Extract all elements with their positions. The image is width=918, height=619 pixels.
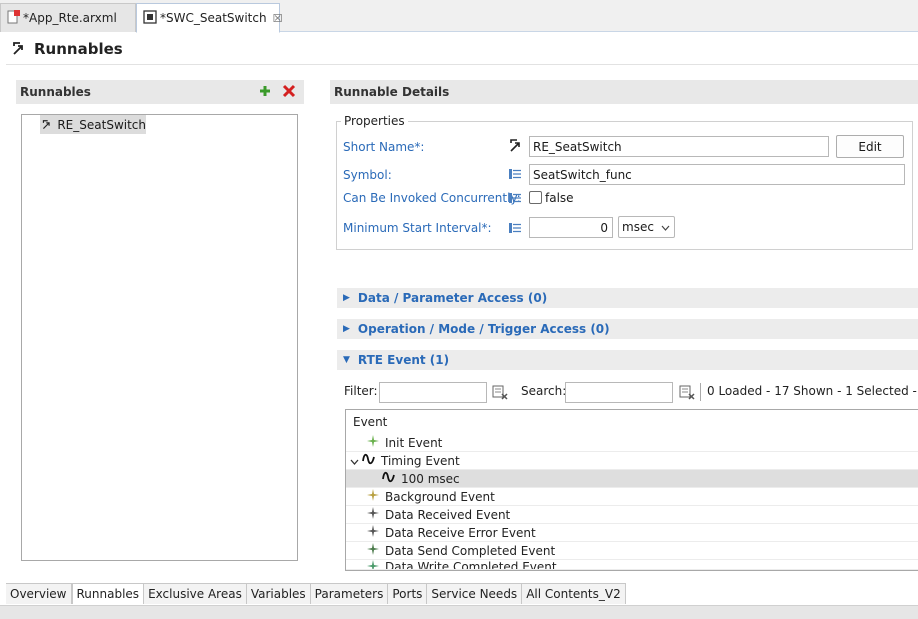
symbol-label[interactable]: Symbol:	[343, 168, 392, 182]
runnable-icon	[13, 42, 23, 55]
event-column-header: Event	[353, 415, 388, 429]
tree-row[interactable]: 100 msec	[346, 470, 918, 488]
tree-row-label: Data Receive Error Event	[385, 525, 536, 540]
min-start-interval-field[interactable]: 0	[529, 217, 613, 238]
runnable-details-title: Runnable Details	[334, 85, 450, 99]
clear-search-button[interactable]	[679, 384, 695, 400]
clear-filter-button[interactable]	[492, 384, 508, 400]
background-event-icon	[366, 489, 380, 504]
tree-row[interactable]: Data Write Completed Event	[346, 560, 918, 570]
concurrent-label[interactable]: Can Be Invoked Concurrently:	[343, 191, 521, 205]
min-start-interval-label[interactable]: Minimum Start Interval*:	[343, 221, 492, 235]
add-runnable-button[interactable]	[258, 84, 272, 98]
tree-row-label: Init Event	[385, 435, 443, 450]
properties-legend: Properties	[341, 114, 408, 128]
component-icon	[143, 9, 157, 27]
arxml-file-icon	[7, 9, 20, 27]
symbol-field[interactable]: SeatSwitch_func	[529, 164, 905, 185]
search-label: Search:	[521, 384, 567, 398]
status-text: 0 Loaded - 17 Shown - 1 Selected - (	[707, 384, 918, 398]
tree-row[interactable]: Data Receive Error Event	[346, 524, 918, 542]
tree-row-label: Background Event	[385, 489, 495, 504]
list-item[interactable]: RE_SeatSwitch	[40, 115, 146, 134]
tab-ports[interactable]: Ports	[388, 584, 428, 604]
page-title: Runnables	[34, 40, 123, 58]
tree-row[interactable]: Data Send Completed Event	[346, 542, 918, 560]
section-label: Operation / Mode / Trigger Access (0)	[357, 322, 610, 336]
concurrent-checkbox[interactable]	[529, 191, 542, 204]
tree-row[interactable]: Background Event	[346, 488, 918, 506]
timing-event-icon	[362, 453, 376, 468]
short-name-label[interactable]: Short Name*:	[343, 140, 424, 154]
short-name-field[interactable]: RE_SeatSwitch	[529, 136, 829, 157]
tab-runnables[interactable]: Runnables	[71, 584, 145, 604]
data-receive-error-event-icon	[366, 525, 380, 540]
list-field-icon	[509, 192, 521, 206]
runnables-section-title: Runnables	[20, 85, 91, 99]
tree-row[interactable]: Init Event	[346, 434, 918, 452]
list-field-icon	[509, 168, 521, 182]
runnable-icon	[509, 139, 525, 156]
tree-row-label: Data Write Completed Event	[385, 560, 557, 570]
separator	[700, 383, 701, 401]
page-header: Runnables	[12, 38, 123, 60]
tree-row-label: Data Send Completed Event	[385, 543, 556, 558]
editor-tab-label: *App_Rte.arxml	[23, 11, 117, 25]
tab-service-needs[interactable]: Service Needs	[427, 584, 523, 604]
editor-tab-swc-seatswitch[interactable]: *SWC_SeatSwitch ☒	[136, 3, 283, 33]
timing-event-icon	[382, 471, 396, 486]
filter-label: Filter:	[344, 384, 378, 398]
list-field-icon	[509, 222, 521, 236]
runnable-icon	[42, 119, 50, 129]
edit-button[interactable]: Edit	[836, 135, 904, 158]
expand-arrow-icon: ▶	[343, 293, 350, 303]
runnable-label: RE_SeatSwitch	[57, 117, 146, 132]
chevron-down-icon[interactable]	[350, 454, 362, 468]
clear-search-icon	[679, 385, 695, 400]
bottom-panel-strip	[0, 605, 918, 619]
runnables-list[interactable]	[21, 114, 298, 561]
tree-row-label: Timing Event	[381, 453, 460, 468]
tab-exclusive-areas[interactable]: Exclusive Areas	[144, 584, 247, 604]
tab-all-contents-v2[interactable]: All Contents_V2	[522, 584, 626, 604]
tree-row-label: 100 msec	[401, 471, 460, 486]
bottom-tab-bar: Overview Runnables Exclusive Areas Varia…	[6, 583, 626, 604]
section-data-parameter-access[interactable]: ▶ Data / Parameter Access (0)	[337, 288, 918, 308]
editor-tab-label: *SWC_SeatSwitch	[160, 11, 267, 25]
section-operation-mode-trigger-access[interactable]: ▶ Operation / Mode / Trigger Access (0)	[337, 319, 918, 339]
editor-tab-app-rte[interactable]: *App_Rte.arxml	[0, 3, 136, 32]
collapse-arrow-icon: ▼	[343, 355, 350, 365]
runnable-details-header: Runnable Details	[330, 80, 918, 104]
close-icon[interactable]: ☒	[273, 12, 283, 25]
header-divider	[6, 64, 918, 65]
data-received-event-icon	[366, 507, 380, 522]
tab-overview[interactable]: Overview	[6, 584, 72, 604]
concurrent-value: false	[545, 191, 574, 205]
init-event-icon	[366, 435, 380, 450]
tree-row[interactable]: Timing Event	[346, 452, 918, 470]
section-rte-event[interactable]: ▼ RTE Event (1)	[337, 350, 918, 370]
data-write-completed-event-icon	[366, 560, 380, 569]
tree-row[interactable]: Data Received Event	[346, 506, 918, 524]
delete-x-icon	[282, 84, 296, 98]
expand-arrow-icon: ▶	[343, 324, 350, 334]
interval-unit-select[interactable]: msec	[618, 216, 675, 238]
interval-unit-value: msec	[622, 220, 654, 234]
clear-filter-icon	[492, 385, 508, 400]
tree-row-label: Data Received Event	[385, 507, 511, 522]
tab-variables[interactable]: Variables	[246, 584, 311, 604]
tab-parameters[interactable]: Parameters	[310, 584, 389, 604]
search-input[interactable]	[565, 382, 673, 403]
chevron-down-icon	[661, 220, 670, 234]
section-label: Data / Parameter Access (0)	[357, 291, 548, 305]
filter-input[interactable]	[379, 382, 487, 403]
plus-icon	[260, 86, 270, 96]
data-send-completed-event-icon	[366, 543, 380, 558]
section-label: RTE Event (1)	[357, 353, 450, 367]
delete-runnable-button[interactable]	[282, 84, 296, 98]
